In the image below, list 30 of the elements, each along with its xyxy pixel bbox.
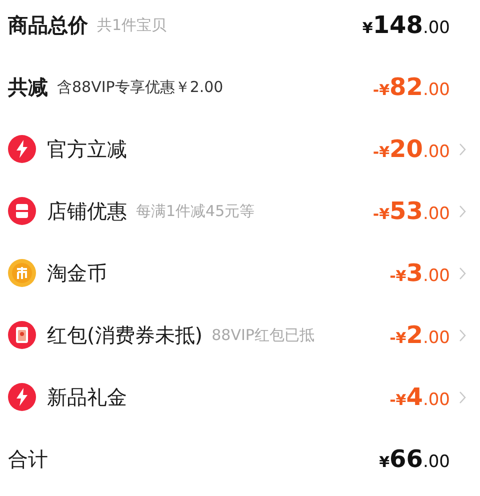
row-title: 共减	[8, 74, 48, 100]
lightning-icon	[8, 383, 36, 411]
row-title: 店铺优惠	[47, 198, 127, 224]
price: -¥4.00	[390, 383, 450, 411]
row-title: 合计	[8, 446, 48, 472]
row-title: 红包(消费券未抵)	[47, 322, 203, 348]
price: -¥53.00	[372, 197, 450, 225]
chevron-icon[interactable]	[459, 328, 466, 342]
price: -¥82.00	[372, 73, 450, 101]
row-title: 商品总价	[8, 12, 88, 38]
chevron-icon[interactable]	[459, 266, 466, 280]
price: ¥66.00	[379, 445, 450, 473]
price: ¥148.00	[362, 11, 450, 39]
price: -¥2.00	[390, 321, 450, 349]
price: -¥3.00	[390, 259, 450, 287]
coin-icon	[8, 259, 36, 287]
store-icon	[8, 197, 36, 225]
row-note: 88VIP红包已抵	[212, 326, 314, 344]
chevron-icon[interactable]	[459, 142, 466, 156]
price: -¥20.00	[372, 135, 450, 163]
lightning-icon	[8, 135, 36, 163]
row-note: 每满1件减45元等	[136, 202, 255, 220]
row-note: 共1件宝贝	[97, 16, 167, 34]
chevron-icon[interactable]	[459, 390, 466, 404]
row-note: 含88VIP专享优惠￥2.00	[57, 78, 224, 96]
row-title: 淘金币	[47, 260, 107, 286]
chevron-icon[interactable]	[459, 204, 466, 218]
row-title: 官方立减	[47, 136, 127, 162]
envelope-icon	[8, 321, 36, 349]
row-title: 新品礼金	[47, 384, 127, 410]
